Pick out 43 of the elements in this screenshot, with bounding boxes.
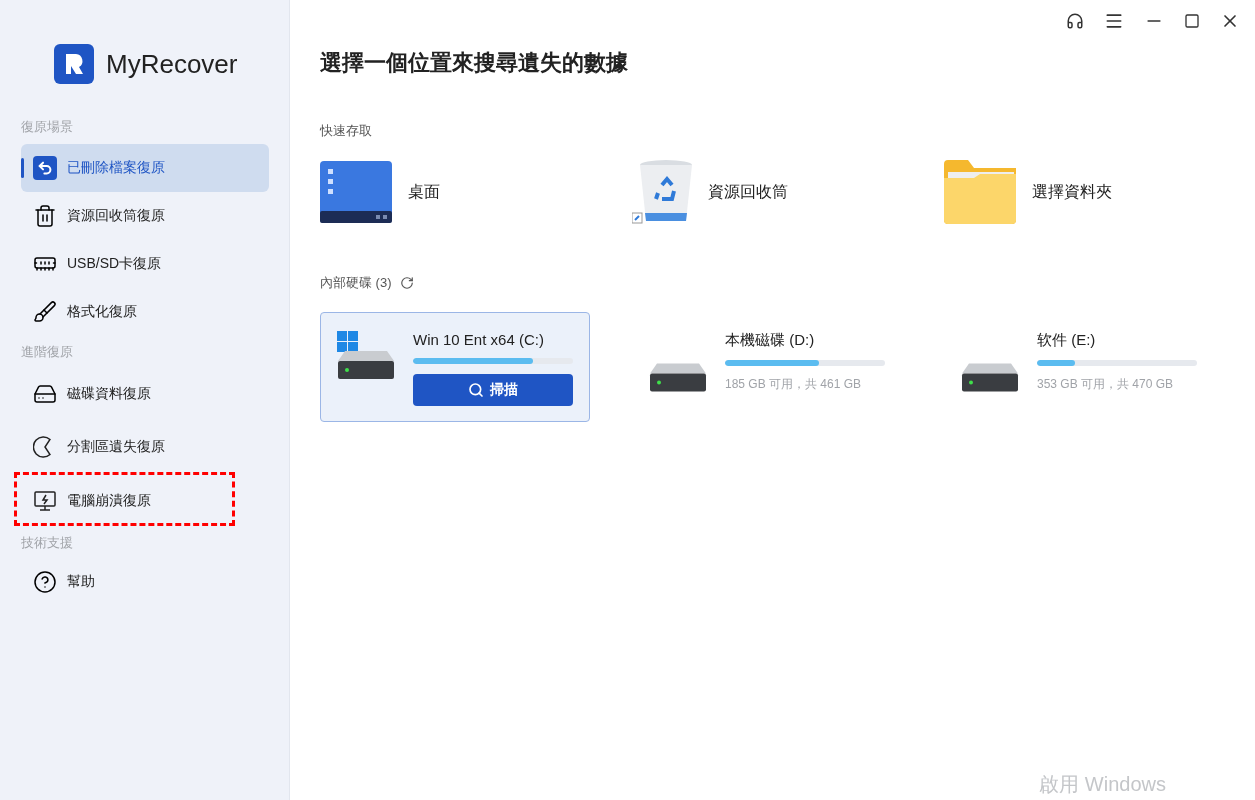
app-name: MyRecover <box>106 48 238 80</box>
quick-access-item[interactable]: 選擇資料夾 <box>944 152 1255 232</box>
trash-icon <box>33 204 57 228</box>
section-title: 技術支援 <box>21 534 73 552</box>
page-title: 選擇一個位置來搜尋遺失的數據 <box>320 49 629 77</box>
sidebar-item[interactable]: 格式化復原 <box>21 288 269 336</box>
activation-notice: 啟用 Windows <box>1039 772 1166 797</box>
monitor-bolt-icon <box>33 489 57 513</box>
section-title: 進階復原 <box>21 343 73 361</box>
drive-card[interactable]: 本機磁碟 (D:) 185 GB 可用，共 461 GB <box>632 312 902 422</box>
help-icon <box>33 570 57 594</box>
sidebar-item[interactable]: 電腦崩潰復原 <box>21 474 269 528</box>
refresh-icon[interactable] <box>399 276 414 290</box>
scan-button[interactable]: 掃描 <box>413 374 573 406</box>
brush-icon <box>33 300 57 324</box>
drive-info: 185 GB 可用，共 461 GB <box>725 376 863 393</box>
section-title: 快速存取 <box>320 122 372 140</box>
hard-drive-icon <box>33 382 57 406</box>
folder-icon <box>944 160 1016 224</box>
search-icon <box>468 382 484 398</box>
drive-card[interactable]: 软件 (E:) 353 GB 可用，共 470 GB <box>944 312 1214 422</box>
sidebar-item[interactable]: 分割區遺失復原 <box>21 420 269 474</box>
drive-card[interactable]: Win 10 Ent x64 (C:) 掃描 <box>320 312 590 422</box>
undo-icon <box>33 156 57 180</box>
section-title: 內部硬碟 (3) <box>320 274 392 292</box>
desktop-icon <box>320 161 392 223</box>
sidebar-item[interactable]: USB/SD卡復原 <box>21 240 269 288</box>
quick-access-item[interactable]: 資源回收筒 <box>632 152 944 232</box>
sidebar-item[interactable]: 資源回收筒復原 <box>21 192 269 240</box>
menu-icon[interactable] <box>1104 11 1124 31</box>
logo-icon <box>54 44 94 84</box>
sidebar-item[interactable]: 磁碟資料復原 <box>21 368 269 420</box>
drive-name: Win 10 Ent x64 (C:) <box>413 331 545 348</box>
section-title: 復原場景 <box>21 118 73 136</box>
sidebar-item[interactable]: 已刪除檔案復原 <box>21 144 269 192</box>
maximize-icon[interactable] <box>1184 13 1200 29</box>
sidebar-item[interactable]: 幫助 <box>21 558 269 606</box>
drive-name: 本機磁碟 (D:) <box>725 331 816 350</box>
drive-name: 软件 (E:) <box>1037 331 1097 350</box>
quick-access-item[interactable]: 桌面 <box>320 152 632 232</box>
drive-info: 353 GB 可用，共 470 GB <box>1037 376 1175 393</box>
headset-icon[interactable] <box>1066 12 1084 30</box>
recycle-bin-icon <box>632 159 692 225</box>
